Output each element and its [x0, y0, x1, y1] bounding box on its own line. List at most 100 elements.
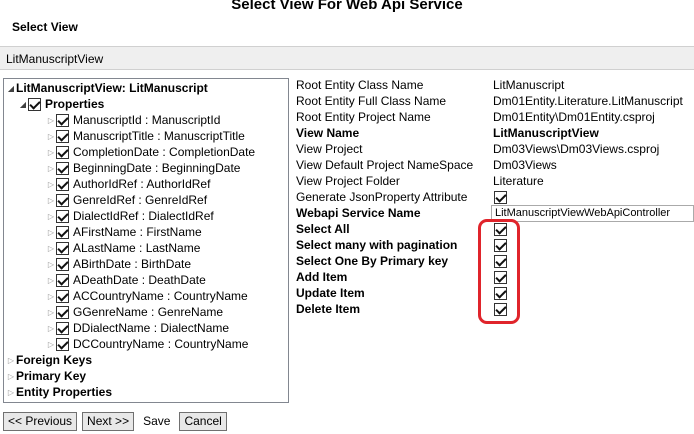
expand-arrow-icon[interactable]: ▷ — [46, 180, 56, 189]
property-checkbox[interactable] — [56, 305, 69, 319]
detail-label: View Default Project NameSpace — [296, 158, 474, 172]
detail-value: Dm03Views — [493, 158, 557, 172]
property-checkbox[interactable] — [56, 177, 69, 191]
property-checkbox[interactable] — [56, 321, 69, 335]
property-checkbox[interactable] — [56, 145, 69, 159]
window-title: Select View For Web Api Service — [231, 0, 463, 13]
tree-node-label: Primary Key — [16, 369, 87, 383]
detail-value: Dm01Entity.Literature.LitManuscript — [493, 94, 683, 108]
expand-arrow-icon[interactable]: ▷ — [46, 148, 56, 157]
expand-arrow-icon[interactable]: ▷ — [46, 116, 56, 125]
detail-label: View Project — [296, 142, 363, 156]
property-checkbox[interactable] — [56, 225, 69, 239]
tree-property-item[interactable]: ▷ ABirthDate : BirthDate — [46, 256, 191, 272]
expand-arrow-icon[interactable]: ▷ — [46, 308, 56, 317]
property-label: GenreIdRef : GenreIdRef — [73, 193, 208, 207]
tree-property-item[interactable]: ▷ DDialectName : DialectName — [46, 320, 229, 336]
highlight-annotation — [478, 219, 520, 324]
tree-property-item[interactable]: ▷ DCCountryName : CountryName — [46, 336, 248, 352]
tree-property-item[interactable]: ▷ DialectIdRef : DialectIdRef — [46, 208, 214, 224]
cancel-button[interactable]: Cancel — [179, 411, 227, 431]
tree-node-primary-key[interactable]: ▷ Primary Key — [6, 368, 86, 384]
property-label: ALastName : LastName — [73, 241, 201, 255]
expand-arrow-icon[interactable]: ▷ — [6, 388, 16, 397]
collapse-arrow-icon[interactable]: ◢ — [18, 100, 28, 109]
property-label: ACCountryName : CountryName — [73, 289, 248, 303]
property-checkbox[interactable] — [56, 113, 69, 127]
tree-property-item[interactable]: ▷ BeginningDate : BeginningDate — [46, 160, 241, 176]
property-checkbox[interactable] — [56, 289, 69, 303]
tree-property-item[interactable]: ▷ ACCountryName : CountryName — [46, 288, 248, 304]
property-label: ManuscriptTitle : ManuscriptTitle — [73, 129, 245, 143]
expand-arrow-icon[interactable]: ▷ — [46, 228, 56, 237]
property-label: ABirthDate : BirthDate — [73, 257, 192, 271]
tree-property-item[interactable]: ▷ ADeathDate : DeathDate — [46, 272, 206, 288]
expand-arrow-icon[interactable]: ▷ — [6, 356, 16, 365]
tree-node-label: Properties — [45, 97, 105, 111]
detail-value: LitManuscriptView — [493, 126, 599, 140]
gen-json-checkbox[interactable] — [494, 191, 507, 204]
property-checkbox[interactable] — [56, 129, 69, 143]
tree-property-item[interactable]: ▷ GGenreName : GenreName — [46, 304, 223, 320]
property-label: DCCountryName : CountryName — [73, 337, 249, 351]
expand-arrow-icon[interactable]: ▷ — [46, 292, 56, 301]
tree-property-item[interactable]: ▷ CompletionDate : CompletionDate — [46, 144, 255, 160]
tree-property-item[interactable]: ▷ ManuscriptId : ManuscriptId — [46, 112, 220, 128]
tree-property-item[interactable]: ▷ ALastName : LastName — [46, 240, 200, 256]
detail-label: Add Item — [296, 270, 348, 284]
expand-arrow-icon[interactable]: ▷ — [46, 244, 56, 253]
detail-label: View Name — [296, 126, 360, 140]
tree-node-label: Entity Properties — [16, 385, 113, 399]
expand-arrow-icon[interactable]: ▷ — [46, 196, 56, 205]
property-checkbox[interactable] — [56, 337, 69, 351]
tree-node-foreign-keys[interactable]: ▷ Foreign Keys — [6, 352, 92, 368]
property-label: AuthorIdRef : AuthorIdRef — [73, 177, 211, 191]
tree-property-item[interactable]: ▷ GenreIdRef : GenreIdRef — [46, 192, 207, 208]
expand-arrow-icon[interactable]: ▷ — [46, 212, 56, 221]
next-button[interactable]: Next >> — [82, 411, 135, 431]
property-label: BeginningDate : BeginningDate — [73, 161, 241, 175]
detail-label: Root Entity Full Class Name — [296, 94, 447, 108]
tree-node-label: Foreign Keys — [16, 353, 93, 367]
property-checkbox[interactable] — [56, 193, 69, 207]
properties-checkbox[interactable] — [28, 97, 41, 111]
property-label: DialectIdRef : DialectIdRef — [73, 209, 214, 223]
detail-value: Dm03Views\Dm03Views.csproj — [493, 142, 660, 156]
detail-label: Update Item — [296, 286, 365, 300]
properties-tree[interactable]: ◢ LitManuscriptView: LitManuscript ◢ Pro… — [3, 78, 289, 403]
detail-label: Delete Item — [296, 302, 361, 316]
property-checkbox[interactable] — [56, 257, 69, 271]
property-checkbox[interactable] — [56, 209, 69, 223]
detail-label: Root Entity Class Name — [296, 78, 424, 92]
detail-label: Root Entity Project Name — [296, 110, 431, 124]
detail-label: View Project Folder — [296, 174, 400, 188]
expand-arrow-icon[interactable]: ▷ — [46, 132, 56, 141]
property-label: DDialectName : DialectName — [73, 321, 230, 335]
expand-arrow-icon[interactable]: ▷ — [46, 324, 56, 333]
tree-root[interactable]: ◢ LitManuscriptView: LitManuscript — [6, 80, 208, 96]
detail-label: Webapi Service Name — [296, 206, 421, 220]
detail-value: Dm01Entity\Dm01Entity.csproj — [493, 110, 655, 124]
tree-property-item[interactable]: ▷ AuthorIdRef : AuthorIdRef — [46, 176, 211, 192]
tree-node-entity-properties[interactable]: ▷ Entity Properties — [6, 384, 112, 400]
select-view-label: Select View — [12, 20, 78, 34]
collapse-arrow-icon[interactable]: ◢ — [6, 84, 16, 93]
expand-arrow-icon[interactable]: ▷ — [46, 164, 56, 173]
property-label: GGenreName : GenreName — [73, 305, 224, 319]
view-select[interactable]: LitManuscriptView — [0, 46, 694, 70]
expand-arrow-icon[interactable]: ▷ — [46, 260, 56, 269]
tree-property-item[interactable]: ▷ AFirstName : FirstName — [46, 224, 202, 240]
tree-node-properties[interactable]: ◢ Properties — [18, 96, 104, 112]
save-button[interactable]: Save — [139, 414, 174, 428]
expand-arrow-icon[interactable]: ▷ — [6, 372, 16, 381]
footer-bar: << Previous Next >> Save Cancel — [3, 411, 227, 431]
property-checkbox[interactable] — [56, 161, 69, 175]
expand-arrow-icon[interactable]: ▷ — [46, 340, 56, 349]
webapi-name-input[interactable]: LitManuscriptViewWebApiController — [491, 205, 694, 222]
property-checkbox[interactable] — [56, 241, 69, 255]
previous-button[interactable]: << Previous — [3, 411, 78, 431]
property-checkbox[interactable] — [56, 273, 69, 287]
property-label: CompletionDate : CompletionDate — [73, 145, 256, 159]
expand-arrow-icon[interactable]: ▷ — [46, 276, 56, 285]
tree-property-item[interactable]: ▷ ManuscriptTitle : ManuscriptTitle — [46, 128, 245, 144]
